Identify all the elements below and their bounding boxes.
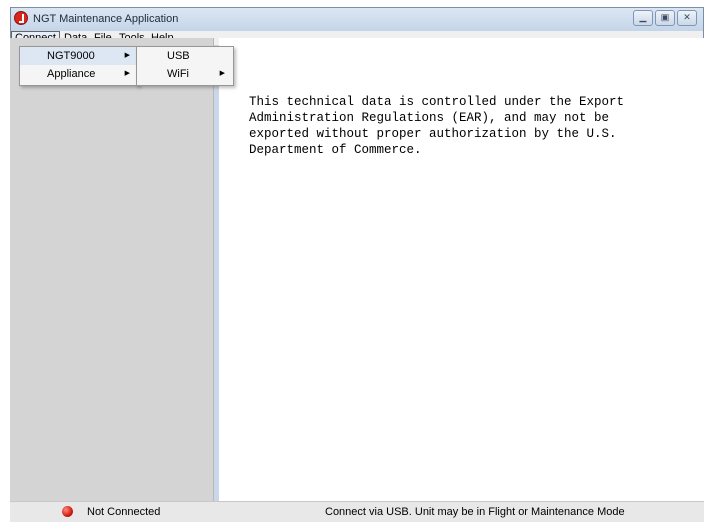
menu-item-label: Appliance — [47, 68, 96, 80]
maximize-icon: ▣ — [660, 12, 670, 22]
menu-item-wifi[interactable]: WiFi ▶ — [137, 65, 233, 83]
submenu-arrow-icon: ▶ — [124, 52, 130, 59]
title-bar[interactable]: NGT Maintenance Application ▁ ▣ ✕ — [11, 8, 703, 31]
minimize-icon: ▁ — [639, 12, 647, 22]
connect-menu-dropdown: NGT9000 ▶ Appliance ▶ — [19, 46, 139, 86]
close-button[interactable]: ✕ — [677, 10, 697, 26]
status-bar: Not Connected Connect via USB. Unit may … — [10, 501, 704, 522]
main-content: This technical data is controlled under … — [219, 38, 704, 501]
menu-item-label: WiFi — [167, 68, 189, 80]
submenu-arrow-icon: ▶ — [219, 70, 225, 77]
menu-item-ngt9000[interactable]: NGT9000 ▶ — [20, 47, 138, 65]
menu-item-label: NGT9000 — [47, 50, 95, 62]
menu-item-appliance[interactable]: Appliance ▶ — [20, 65, 138, 83]
menu-item-label: USB — [167, 50, 190, 62]
minimize-button[interactable]: ▁ — [633, 10, 653, 26]
connection-status-icon — [62, 506, 73, 517]
window-title: NGT Maintenance Application — [33, 13, 179, 25]
connection-status-text: Not Connected — [87, 506, 161, 518]
status-message: Connect via USB. Unit may be in Flight o… — [325, 506, 625, 518]
close-icon: ✕ — [683, 12, 691, 22]
side-panel — [10, 38, 214, 501]
connect-submenu-dropdown: USB WiFi ▶ — [136, 46, 234, 86]
app-logo-icon[interactable] — [14, 11, 28, 25]
menu-item-usb[interactable]: USB — [137, 47, 233, 65]
export-notice-text: This technical data is controlled under … — [249, 95, 625, 157]
submenu-arrow-icon: ▶ — [124, 70, 130, 77]
window-controls: ▁ ▣ ✕ — [633, 10, 697, 26]
maximize-button[interactable]: ▣ — [655, 10, 675, 26]
